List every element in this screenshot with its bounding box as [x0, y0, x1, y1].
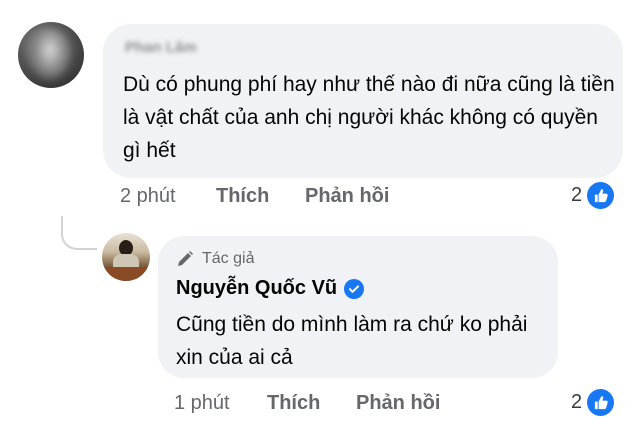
like-icon	[587, 389, 615, 416]
reply-author-name[interactable]: Nguyễn Quốc Vũ	[176, 277, 337, 300]
comment-like-button[interactable]: Thích	[216, 185, 269, 208]
reply-actions: 1 phút Thích Phản hồi	[174, 392, 474, 418]
comment-reply-button[interactable]: Phản hồi	[305, 185, 389, 208]
blurred-face	[28, 30, 72, 80]
comment-time[interactable]: 2 phút	[120, 185, 176, 208]
comment-reactions[interactable]: 2	[571, 182, 615, 209]
reply-reactions[interactable]: 2	[571, 389, 615, 416]
like-icon	[587, 182, 615, 209]
comment-reaction-count: 2	[571, 184, 583, 206]
author-badge: Tác giả	[176, 250, 254, 268]
reply-time[interactable]: 1 phút	[174, 392, 230, 415]
comment-bubble: Phan Lâm Dù có phung phí hay như thế nào…	[103, 24, 623, 178]
reply-like-button[interactable]: Thích	[267, 392, 320, 415]
author-badge-label: Tác giả	[202, 250, 255, 267]
commenter-name-blurred[interactable]: Phan Lâm	[125, 39, 197, 56]
commenter-avatar[interactable]	[18, 22, 84, 88]
comment-actions: 2 phút Thích Phản hồi	[120, 185, 420, 211]
verified-badge-icon	[344, 278, 365, 299]
pencil-icon	[178, 251, 193, 266]
comment-text: Dù có phung phí hay như thế nào đi nữa c…	[123, 73, 615, 162]
reply-bubble: Tác giả Nguyễn Quốc Vũ Cũng tiền do mình…	[158, 236, 558, 378]
reply-reaction-count: 2	[571, 391, 583, 413]
reply-reply-button[interactable]: Phản hồi	[356, 392, 440, 415]
comment-thread: Phan Lâm Dù có phung phí hay như thế nào…	[0, 0, 640, 437]
reply-name-row: Nguyễn Quốc Vũ	[176, 277, 365, 300]
reply-text: Cũng tiền do mình làm ra chứ ko phải xin…	[176, 313, 528, 369]
reply-author-avatar[interactable]	[102, 233, 150, 281]
thread-connector	[61, 222, 97, 250]
